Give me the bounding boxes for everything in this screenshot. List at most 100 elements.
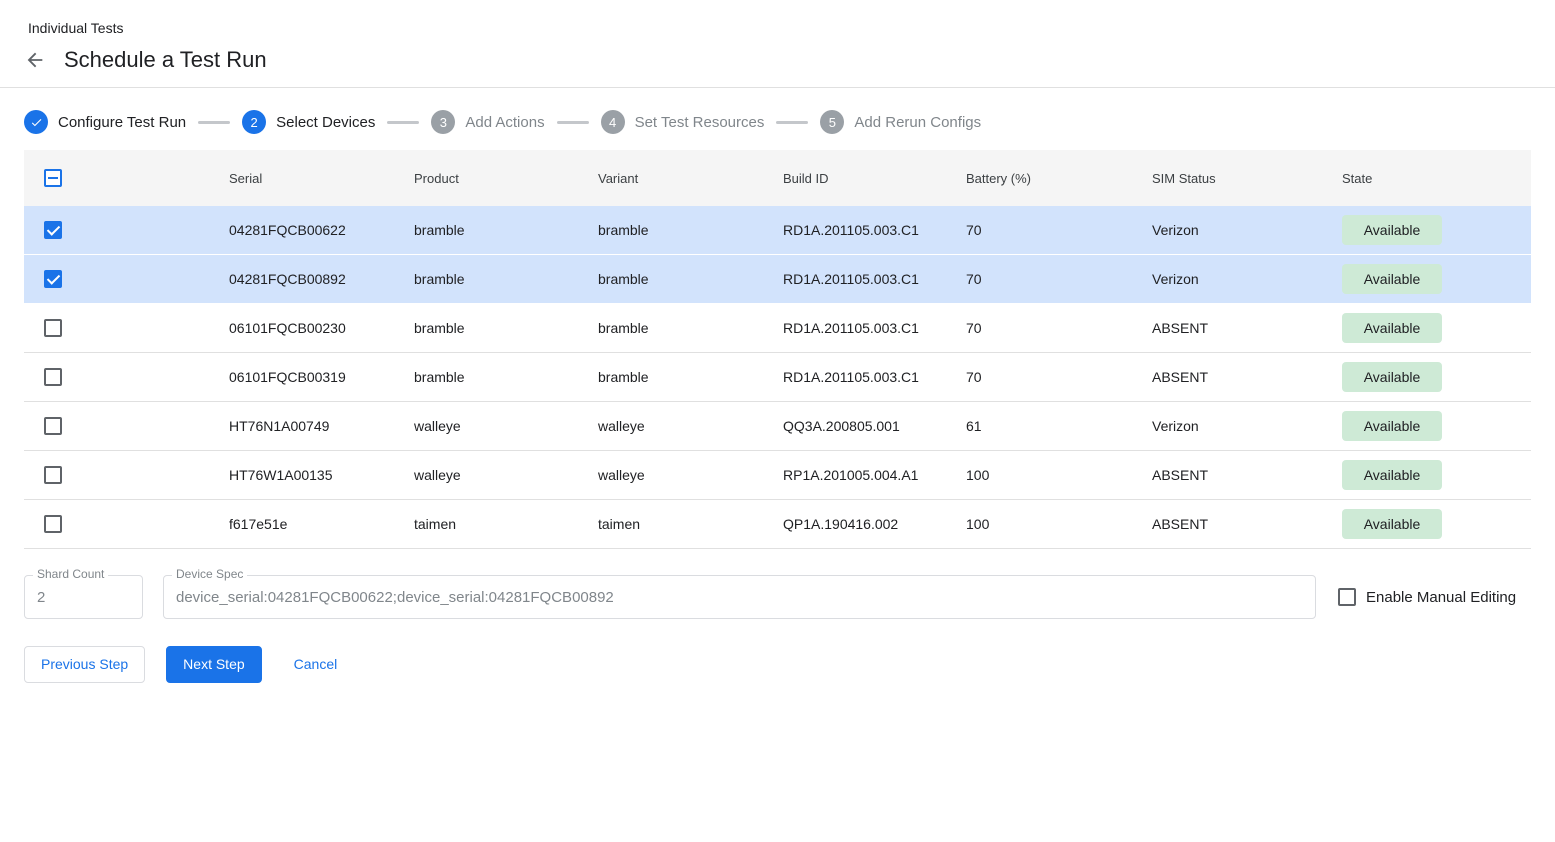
state-badge: Available: [1342, 362, 1442, 392]
step-label-set-test-resources: Set Test Resources: [635, 114, 765, 131]
row-checkbox[interactable]: [44, 221, 62, 239]
page-header: Individual Tests Schedule a Test Run: [0, 0, 1555, 73]
step-number-4: 4: [601, 110, 625, 134]
cell-battery: 100: [946, 467, 1132, 483]
table-row[interactable]: 06101FQCB00319 bramble bramble RD1A.2011…: [24, 353, 1531, 402]
back-button[interactable]: [24, 49, 46, 71]
table-row[interactable]: HT76W1A00135 walleye walleye RP1A.201005…: [24, 451, 1531, 500]
table-row[interactable]: 04281FQCB00622 bramble bramble RD1A.2011…: [24, 206, 1531, 255]
cell-battery: 61: [946, 418, 1132, 434]
cell-state: Available: [1322, 362, 1531, 392]
step-complete-check-icon: [24, 110, 48, 134]
table-body: 04281FQCB00622 bramble bramble RD1A.2011…: [24, 206, 1531, 549]
cell-product: walleye: [394, 467, 578, 483]
cell-serial: HT76N1A00749: [209, 418, 394, 434]
cancel-button[interactable]: Cancel: [278, 647, 354, 682]
cell-serial: 06101FQCB00319: [209, 369, 394, 385]
row-checkbox-cell: [24, 515, 209, 533]
shard-count-field: Shard Count: [24, 575, 143, 619]
cell-product: bramble: [394, 222, 578, 238]
step-number-2: 2: [242, 110, 266, 134]
cell-battery: 70: [946, 369, 1132, 385]
step-add-actions[interactable]: 3 Add Actions: [431, 110, 544, 134]
table-row[interactable]: 06101FQCB00230 bramble bramble RD1A.2011…: [24, 304, 1531, 353]
cell-state: Available: [1322, 411, 1531, 441]
cell-build-id: QQ3A.200805.001: [763, 418, 946, 434]
table-header-row: Serial Product Variant Build ID Battery …: [24, 150, 1531, 206]
cell-battery: 70: [946, 222, 1132, 238]
step-number-5: 5: [820, 110, 844, 134]
cell-build-id: QP1A.190416.002: [763, 516, 946, 532]
cell-variant: bramble: [578, 320, 763, 336]
row-checkbox[interactable]: [44, 515, 62, 533]
title-row: Schedule a Test Run: [24, 47, 1531, 73]
step-select-devices[interactable]: 2 Select Devices: [242, 110, 375, 134]
cell-state: Available: [1322, 215, 1531, 245]
cell-serial: f617e51e: [209, 516, 394, 532]
cell-battery: 70: [946, 320, 1132, 336]
cell-variant: taimen: [578, 516, 763, 532]
table-row[interactable]: 04281FQCB00892 bramble bramble RD1A.2011…: [24, 255, 1531, 304]
cell-product: bramble: [394, 320, 578, 336]
column-header-variant: Variant: [578, 171, 763, 186]
row-checkbox[interactable]: [44, 466, 62, 484]
cell-sim-status: ABSENT: [1132, 467, 1322, 483]
arrow-back-icon: [24, 49, 46, 71]
select-all-cell: [24, 169, 209, 187]
stepper: Configure Test Run 2 Select Devices 3 Ad…: [0, 88, 1555, 150]
cell-battery: 100: [946, 516, 1132, 532]
select-all-checkbox[interactable]: [44, 169, 62, 187]
cell-sim-status: ABSENT: [1132, 516, 1322, 532]
cell-build-id: RP1A.201005.004.A1: [763, 467, 946, 483]
row-checkbox[interactable]: [44, 417, 62, 435]
enable-manual-editing-toggle[interactable]: Enable Manual Editing: [1338, 588, 1516, 606]
cell-serial: 04281FQCB00622: [209, 222, 394, 238]
row-checkbox-cell: [24, 319, 209, 337]
device-spec-input[interactable]: [164, 589, 1315, 606]
step-add-rerun-configs[interactable]: 5 Add Rerun Configs: [820, 110, 981, 134]
cell-sim-status: Verizon: [1132, 418, 1322, 434]
cell-build-id: RD1A.201105.003.C1: [763, 320, 946, 336]
row-checkbox[interactable]: [44, 319, 62, 337]
table-row[interactable]: HT76N1A00749 walleye walleye QQ3A.200805…: [24, 402, 1531, 451]
row-checkbox[interactable]: [44, 368, 62, 386]
step-connector: [776, 121, 808, 124]
state-badge: Available: [1342, 313, 1442, 343]
row-checkbox-cell: [24, 417, 209, 435]
manual-editing-label: Enable Manual Editing: [1366, 589, 1516, 606]
state-badge: Available: [1342, 460, 1442, 490]
device-spec-label: Device Spec: [172, 567, 247, 581]
cell-product: bramble: [394, 271, 578, 287]
cell-battery: 70: [946, 271, 1132, 287]
row-checkbox[interactable]: [44, 270, 62, 288]
device-spec-field: Device Spec: [163, 575, 1316, 619]
previous-step-button[interactable]: Previous Step: [24, 646, 145, 683]
column-header-product: Product: [394, 171, 578, 186]
cell-sim-status: ABSENT: [1132, 369, 1322, 385]
cell-state: Available: [1322, 460, 1531, 490]
step-label-select-devices: Select Devices: [276, 114, 375, 131]
step-connector: [387, 121, 419, 124]
shard-count-input[interactable]: [25, 589, 142, 606]
next-step-button[interactable]: Next Step: [166, 646, 261, 683]
cell-variant: walleye: [578, 418, 763, 434]
cell-build-id: RD1A.201105.003.C1: [763, 271, 946, 287]
cell-serial: HT76W1A00135: [209, 467, 394, 483]
column-header-state: State: [1322, 171, 1531, 186]
state-badge: Available: [1342, 215, 1442, 245]
step-number-3: 3: [431, 110, 455, 134]
row-checkbox-cell: [24, 466, 209, 484]
table-row[interactable]: f617e51e taimen taimen QP1A.190416.002 1…: [24, 500, 1531, 549]
manual-editing-checkbox[interactable]: [1338, 588, 1356, 606]
cell-state: Available: [1322, 264, 1531, 294]
step-set-test-resources[interactable]: 4 Set Test Resources: [601, 110, 765, 134]
cell-product: taimen: [394, 516, 578, 532]
cell-variant: bramble: [578, 369, 763, 385]
cell-build-id: RD1A.201105.003.C1: [763, 369, 946, 385]
step-configure-test-run[interactable]: Configure Test Run: [24, 110, 186, 134]
cell-build-id: RD1A.201105.003.C1: [763, 222, 946, 238]
schedule-test-run-page: Individual Tests Schedule a Test Run Con…: [0, 0, 1555, 683]
column-header-battery: Battery (%): [946, 171, 1132, 186]
cell-sim-status: Verizon: [1132, 222, 1322, 238]
step-label-add-actions: Add Actions: [465, 114, 544, 131]
